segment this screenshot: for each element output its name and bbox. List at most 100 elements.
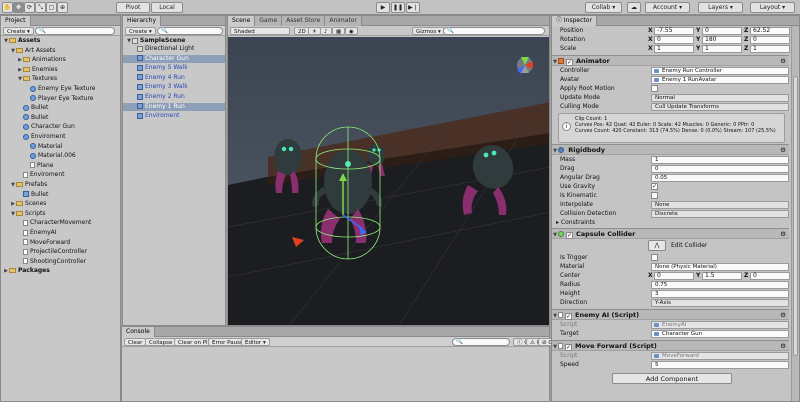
- speed-field[interactable]: 5: [651, 361, 789, 369]
- hierarchy-item[interactable]: Enemy 3 Walk: [123, 83, 225, 91]
- effects-icon[interactable]: ▦: [332, 27, 346, 35]
- hand-tool-icon[interactable]: ✋: [2, 2, 13, 13]
- project-tree-item[interactable]: Enviroment: [1, 171, 120, 179]
- project-tree-item[interactable]: ▶ Packages: [1, 267, 120, 275]
- project-search-input[interactable]: 🔍: [35, 27, 115, 35]
- transform-tool-icon[interactable]: ⊕: [57, 2, 68, 13]
- collider-material-field[interactable]: None (Physic Material): [651, 263, 789, 271]
- collab-dropdown[interactable]: Collab ▾: [585, 2, 622, 13]
- radius-field[interactable]: 0.75: [651, 281, 789, 289]
- rotation-z-field[interactable]: 0: [750, 36, 790, 44]
- hierarchy-item[interactable]: Enviroment: [123, 112, 225, 120]
- project-tree-item[interactable]: Enviroment: [1, 133, 120, 141]
- layers-dropdown[interactable]: Layers ▾: [698, 2, 743, 13]
- shading-mode-dropdown[interactable]: Shaded: [230, 27, 290, 35]
- constraints-foldout[interactable]: ▸ Constraints: [556, 219, 595, 227]
- project-tree-item[interactable]: ProjectileController: [1, 248, 120, 256]
- cloud-icon[interactable]: ☁: [627, 2, 641, 13]
- hierarchy-create-button[interactable]: Create ▾: [125, 27, 156, 35]
- tab-animator[interactable]: Animator: [325, 16, 362, 26]
- layout-dropdown[interactable]: Layout ▾: [750, 2, 795, 13]
- direction-dropdown[interactable]: Y-Axis: [651, 299, 789, 307]
- component-settings-icon[interactable]: ⚙: [780, 145, 786, 155]
- interpolate-dropdown[interactable]: None: [651, 201, 789, 209]
- rect-tool-icon[interactable]: ▢: [46, 2, 57, 13]
- capsule-collider-header[interactable]: ▼ ✓ Capsule Collider ⚙: [552, 228, 789, 239]
- hierarchy-search-input[interactable]: 🔍: [157, 27, 223, 35]
- component-settings-icon[interactable]: ⚙: [780, 229, 786, 239]
- hierarchy-item[interactable]: Enemy 5 Walk: [123, 64, 225, 72]
- project-tree-item[interactable]: Character Gun: [1, 123, 120, 131]
- project-tree-item[interactable]: Plane: [1, 162, 120, 170]
- rigidbody-header[interactable]: ▼ Rigidbody ⚙: [552, 144, 789, 155]
- tab-asset-store[interactable]: Asset Store: [282, 16, 326, 26]
- project-tree-item[interactable]: Bullet: [1, 114, 120, 122]
- capsule-collider-enabled-checkbox[interactable]: ✓: [566, 232, 573, 239]
- project-tree-item[interactable]: ▼ Assets: [1, 37, 120, 45]
- height-field[interactable]: 3: [651, 290, 789, 298]
- culling-mode-dropdown[interactable]: Cull Update Transforms: [651, 103, 789, 111]
- project-tree-item[interactable]: ▶ Scenes: [1, 200, 120, 208]
- scene-search-input[interactable]: 🔍: [443, 27, 545, 35]
- animator-enabled-checkbox[interactable]: ✓: [566, 59, 573, 66]
- collision-detection-dropdown[interactable]: Discrete: [651, 210, 789, 218]
- controller-field[interactable]: Enemy Run Controller: [651, 67, 789, 75]
- scene-viewport[interactable]: [228, 37, 550, 326]
- component-settings-icon[interactable]: ⚙: [780, 341, 786, 351]
- pause-button[interactable]: ❚❚: [391, 2, 405, 13]
- component-settings-icon[interactable]: ⚙: [780, 310, 786, 320]
- center-y-field[interactable]: 1.5: [702, 272, 742, 280]
- project-tree-item[interactable]: Bullet: [1, 191, 120, 199]
- center-z-field[interactable]: 0: [750, 272, 790, 280]
- drag-field[interactable]: 0: [651, 165, 789, 173]
- project-tree-item[interactable]: ▼ Textures: [1, 75, 120, 83]
- angular-drag-field[interactable]: 0.05: [651, 174, 789, 182]
- project-tree-item[interactable]: ▶ Enemies: [1, 66, 120, 74]
- position-y-field[interactable]: 0: [702, 27, 742, 35]
- center-x-field[interactable]: 0: [654, 272, 694, 280]
- tab-hierarchy[interactable]: Hierarchy: [123, 16, 162, 26]
- step-button[interactable]: ▶❘: [406, 2, 420, 13]
- enemy-ai-enabled-checkbox[interactable]: ✓: [565, 313, 572, 320]
- lighting-icon[interactable]: ☀: [308, 27, 321, 35]
- is-trigger-checkbox[interactable]: [651, 254, 658, 261]
- tab-scene[interactable]: Scene: [228, 16, 256, 26]
- project-tree-item[interactable]: ▼ Scripts: [1, 210, 120, 218]
- component-settings-icon[interactable]: ⚙: [780, 56, 786, 66]
- tab-game[interactable]: Game: [255, 16, 283, 26]
- tab-project[interactable]: Project: [1, 16, 31, 26]
- account-dropdown[interactable]: Account ▾: [645, 2, 690, 13]
- project-create-button[interactable]: Create ▾: [3, 27, 34, 35]
- project-tree-item[interactable]: Bullet: [1, 104, 120, 112]
- audio-icon[interactable]: ♪: [320, 27, 332, 35]
- scene-root[interactable]: ▼ SampleScene: [123, 37, 225, 45]
- console-search-input[interactable]: 🔍: [452, 338, 510, 346]
- project-tree-item[interactable]: ShootingController: [1, 258, 120, 266]
- rotation-x-field[interactable]: 0: [654, 36, 694, 44]
- position-x-field[interactable]: -7.55: [654, 27, 694, 35]
- move-forward-enabled-checkbox[interactable]: ✓: [565, 344, 572, 351]
- tab-inspector[interactable]: ⓘ Inspector: [552, 16, 597, 26]
- project-tree-item[interactable]: CharacterMovement: [1, 219, 120, 227]
- scale-z-field[interactable]: 1: [750, 45, 790, 53]
- enemy-ai-header[interactable]: ▼ ✓ Enemy AI (Script) ⚙: [552, 309, 789, 320]
- inspector-scroll-thumb[interactable]: [793, 76, 798, 356]
- tab-console[interactable]: Console: [122, 327, 155, 337]
- project-tree-item[interactable]: MoveForward: [1, 239, 120, 247]
- project-tree-item[interactable]: Enemy Eye Texture: [1, 85, 120, 93]
- edit-collider-button[interactable]: ⋀: [648, 240, 666, 251]
- project-tree-item[interactable]: Material.006: [1, 152, 120, 160]
- project-tree-item[interactable]: ▼ Art Assets: [1, 47, 120, 55]
- rotate-tool-icon[interactable]: ⟳: [24, 2, 35, 13]
- hierarchy-item[interactable]: Enemy 2 Run: [123, 93, 225, 101]
- is-kinematic-checkbox[interactable]: [651, 192, 658, 199]
- play-button[interactable]: ▶: [376, 2, 390, 13]
- move-forward-header[interactable]: ▼ ✓ Move Forward (Script) ⚙: [552, 340, 789, 351]
- console-editor-button[interactable]: Editor ▾: [241, 338, 270, 346]
- project-tree-item[interactable]: ▶ Animations: [1, 56, 120, 64]
- scale-y-field[interactable]: 1: [702, 45, 742, 53]
- rotation-y-field[interactable]: 180: [702, 36, 742, 44]
- mass-field[interactable]: 1: [651, 156, 789, 164]
- project-tree-item[interactable]: Material: [1, 143, 120, 151]
- use-gravity-checkbox[interactable]: ✓: [651, 183, 658, 190]
